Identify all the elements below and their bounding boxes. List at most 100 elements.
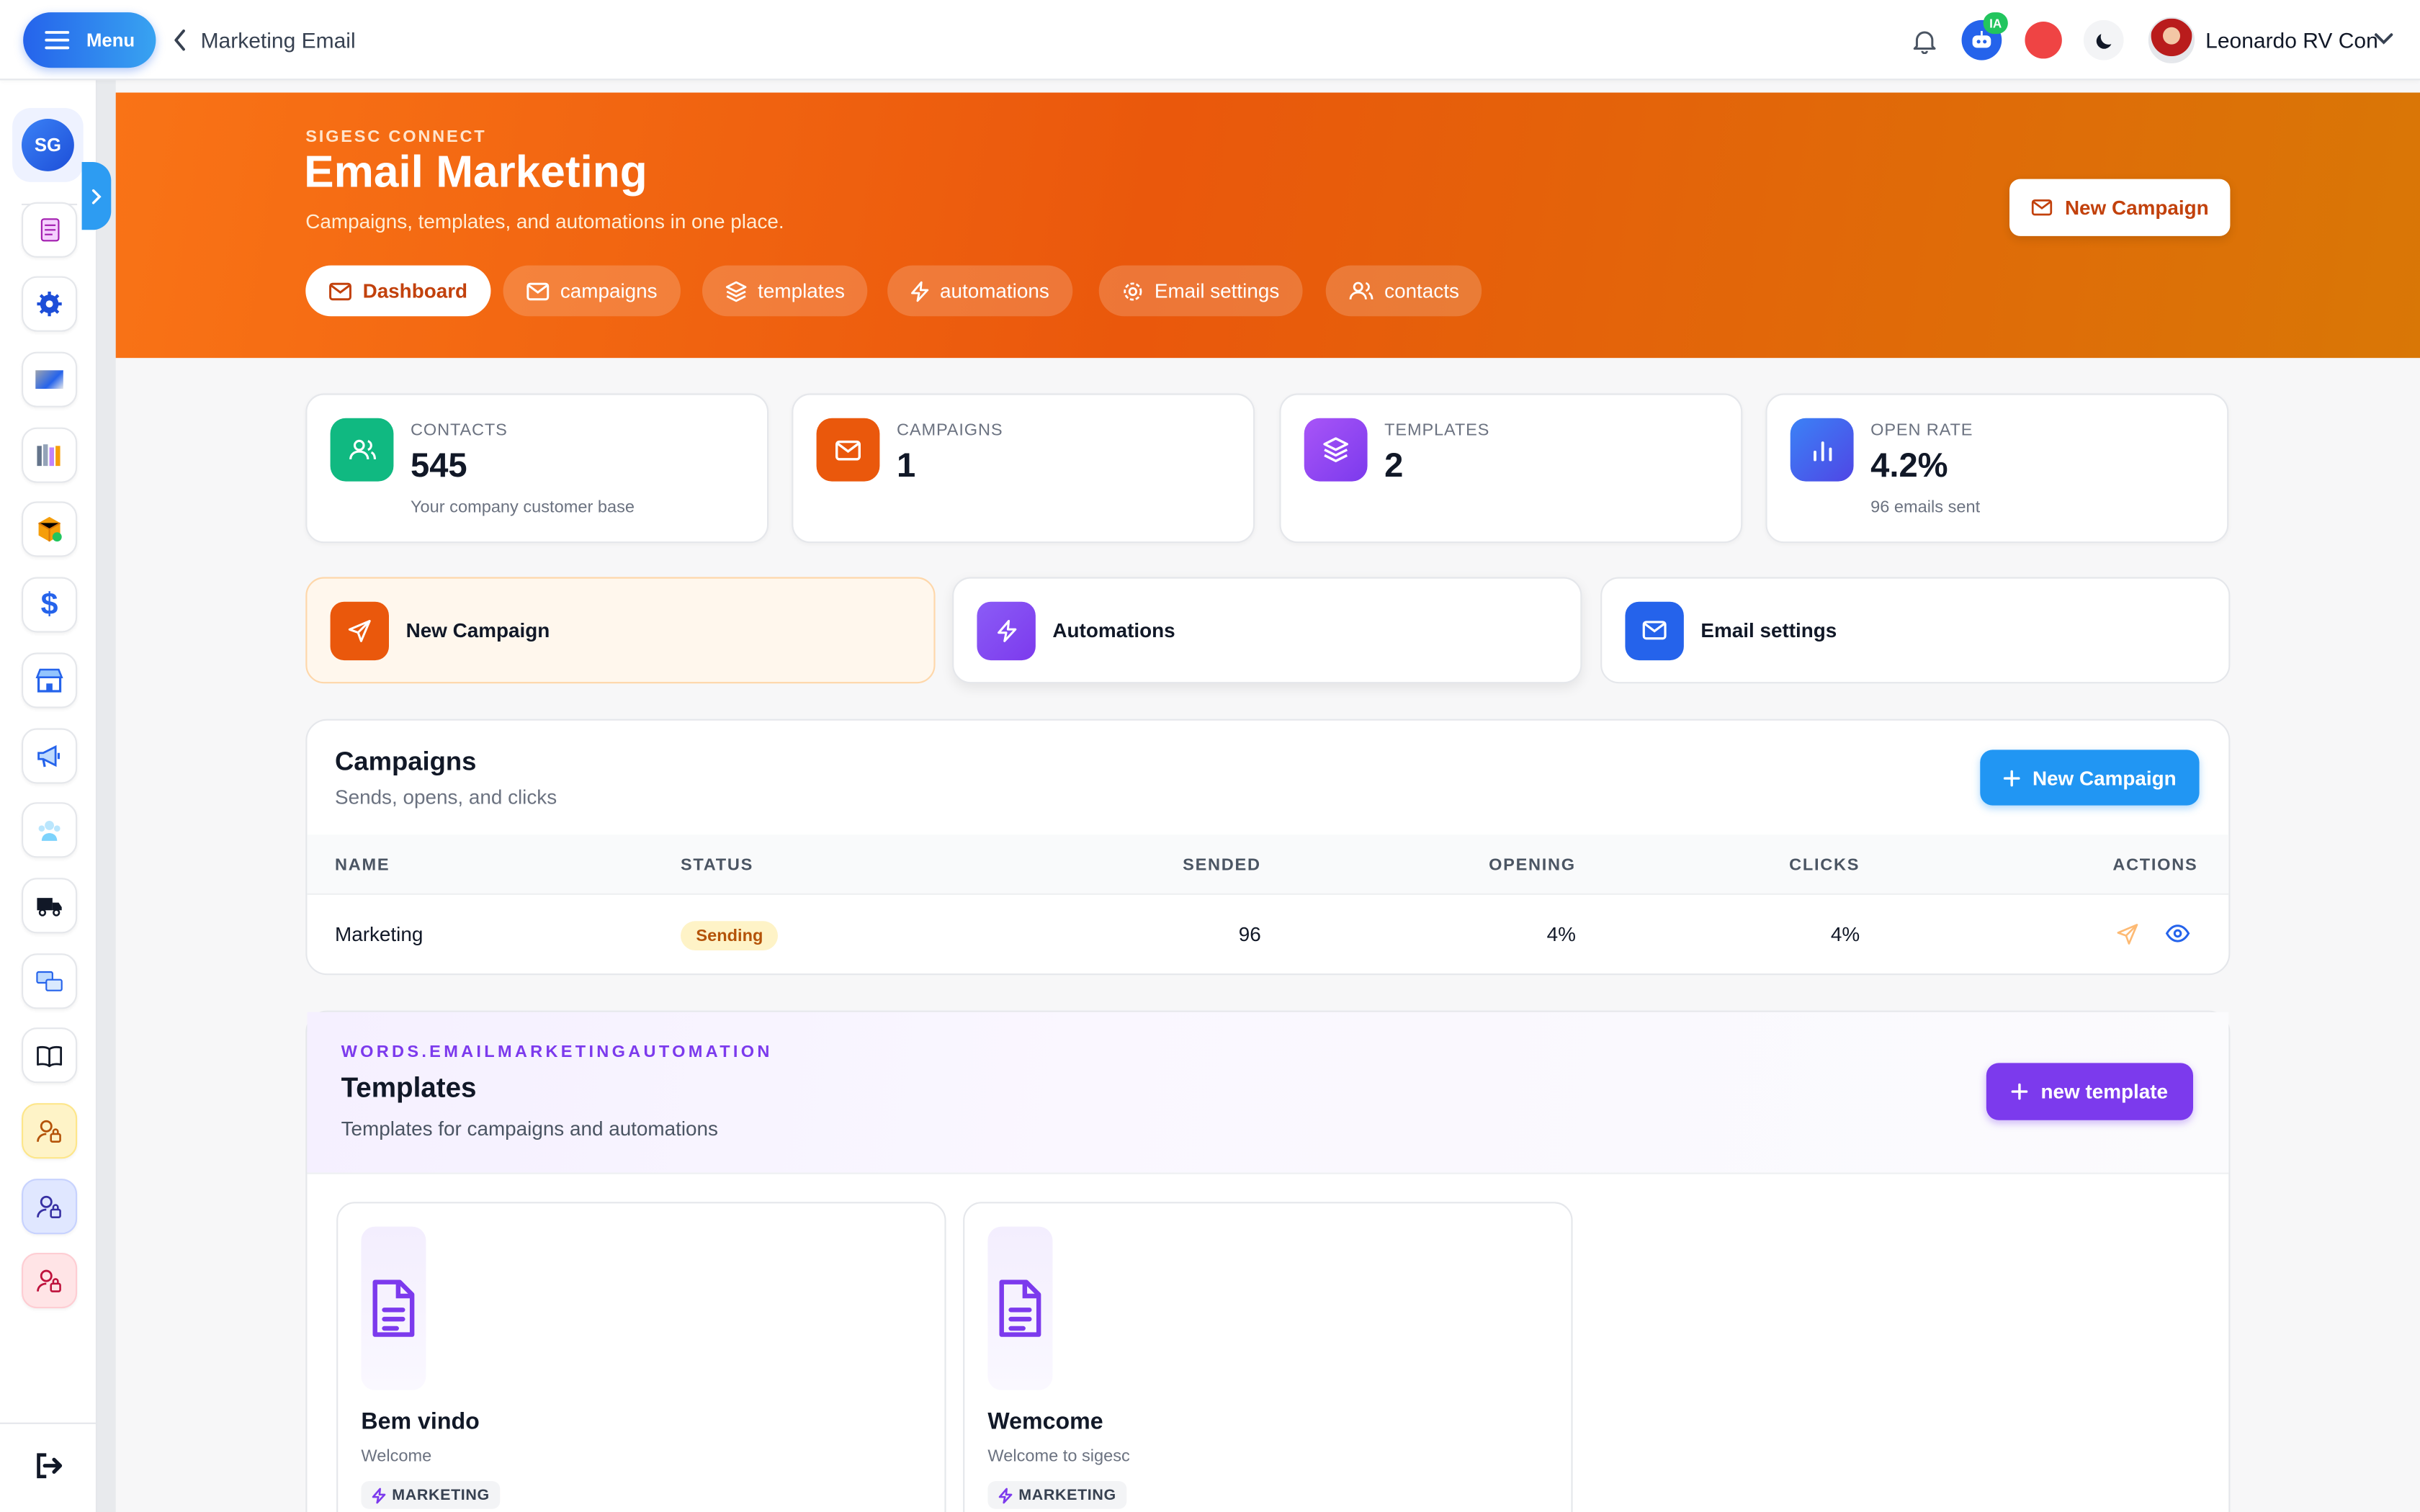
cell-opening: 4%: [1546, 922, 1576, 946]
users-icon: [330, 418, 394, 482]
settings-icon: [37, 291, 62, 317]
logout-icon[interactable]: [34, 1452, 65, 1480]
new-template-button[interactable]: new template: [1986, 1063, 2193, 1120]
template-thumbnail: [361, 1226, 426, 1390]
truck-icon: [37, 898, 62, 917]
robot-icon: [1972, 30, 1991, 48]
action-automations[interactable]: Automations: [952, 577, 1582, 684]
sidebar-item-documents[interactable]: [22, 202, 78, 258]
stat-card-campaigns: CAMPAIGNS 1: [792, 393, 1255, 544]
plus-icon: [2012, 1083, 2028, 1100]
sidebar-scrollbar[interactable]: [97, 80, 116, 1512]
button-label: New Campaign: [2064, 196, 2209, 220]
plus-icon: [2003, 769, 2020, 786]
action-new-campaign[interactable]: New Campaign: [305, 577, 936, 684]
template-card[interactable]: Wemcome Welcome to sigesc MARKETING: [963, 1202, 1573, 1512]
sidebar-item-finance[interactable]: $: [22, 577, 78, 633]
stat-card-templates: TEMPLATES 2: [1279, 393, 1743, 544]
logo-container[interactable]: SG: [12, 108, 84, 182]
lightning-icon: [977, 600, 1036, 660]
templates-divider: [307, 1172, 2229, 1174]
template-thumbnail: [987, 1226, 1053, 1390]
team-icon: [38, 821, 60, 841]
page-title: Email Marketing: [304, 148, 647, 198]
tab-templates[interactable]: templates: [702, 265, 869, 317]
templates-header: [307, 1012, 2229, 1173]
document-icon: [40, 218, 60, 242]
exchange-icon: [36, 971, 63, 991]
menu-label: Menu: [86, 29, 135, 51]
store-icon: [35, 668, 63, 693]
dark-mode-toggle[interactable]: [2083, 19, 2124, 60]
stat-label: OPEN RATE: [1870, 421, 1973, 440]
sidebar-item-users-2[interactable]: [22, 1179, 78, 1235]
stat-card-open-rate: OPEN RATE 4.2% 96 emails sent: [1765, 393, 2229, 544]
stat-label: CAMPAIGNS: [897, 421, 1003, 440]
action-label: Automations: [1052, 618, 1175, 642]
sidebar-footer-divider: [0, 1422, 97, 1424]
back-breadcrumb[interactable]: Marketing Email: [173, 22, 356, 58]
campaigns-new-button[interactable]: New Campaign: [1980, 750, 2200, 806]
sidebar-item-users-1[interactable]: [22, 1103, 78, 1159]
user-lock-icon: [37, 1269, 61, 1292]
sidebar-item-gradient[interactable]: [22, 351, 78, 408]
breadcrumb-title: Marketing Email: [200, 27, 356, 53]
moon-icon: [2095, 33, 2111, 48]
column-header-opening: OPENING: [1489, 856, 1576, 875]
stat-value: 1: [897, 446, 916, 485]
sidebar-item-settings[interactable]: [22, 276, 78, 332]
sidebar-item-users-3[interactable]: [22, 1253, 78, 1309]
layers-icon: [725, 280, 747, 302]
company-logo: SG: [22, 119, 74, 171]
template-description: Welcome to sigesc: [987, 1446, 1130, 1466]
sidebar-item-exchange[interactable]: [22, 953, 78, 1009]
stat-subtext: 96 emails sent: [1870, 498, 1981, 517]
send-icon[interactable]: [2116, 922, 2139, 945]
eye-icon[interactable]: [2165, 924, 2190, 943]
template-tag: MARKETING: [361, 1481, 501, 1509]
cell-campaign-name[interactable]: Marketing: [335, 922, 423, 945]
sidebar-item-inventory[interactable]: [22, 501, 78, 557]
tab-label: contacts: [1384, 279, 1459, 302]
action-label: Email settings: [1700, 618, 1837, 642]
stat-label: TEMPLATES: [1384, 421, 1490, 440]
tab-automations[interactable]: automations: [887, 265, 1072, 317]
status-indicator[interactable]: [2025, 22, 2062, 59]
tab-label: campaigns: [560, 279, 658, 302]
tab-dashboard[interactable]: Dashboard: [305, 265, 491, 317]
cell-sended: 96: [1238, 922, 1261, 946]
sidebar-item-store[interactable]: [22, 652, 78, 708]
sidebar-item-team[interactable]: [22, 802, 78, 858]
hero-subtitle: SIGESC CONNECT: [305, 127, 487, 147]
layers-icon: [1304, 418, 1368, 482]
hero-new-campaign-button[interactable]: New Campaign: [2009, 179, 2231, 236]
sidebar-toggle[interactable]: [81, 162, 112, 230]
menu-button[interactable]: Menu: [23, 12, 156, 68]
tab-contacts[interactable]: contacts: [1325, 265, 1483, 317]
notifications-button[interactable]: [1904, 20, 1945, 60]
campaigns-title: Campaigns: [335, 747, 477, 776]
tab-email-settings[interactable]: Email settings: [1098, 265, 1303, 317]
chevron-down-icon[interactable]: [2374, 32, 2394, 46]
mail-icon: [526, 282, 550, 300]
template-card[interactable]: Bem vindo Welcome MARKETING: [336, 1202, 946, 1512]
sidebar-item-marketing[interactable]: [22, 728, 78, 784]
avatar[interactable]: [2148, 17, 2195, 63]
lightning-icon: [911, 280, 929, 302]
action-email-settings[interactable]: Email settings: [1600, 577, 2231, 684]
tab-campaigns[interactable]: campaigns: [503, 265, 681, 317]
user-name[interactable]: Leonardo RV Con: [2205, 28, 2378, 53]
hamburger-icon: [45, 31, 70, 50]
template-tag: MARKETING: [987, 1481, 1127, 1509]
stat-value: 4.2%: [1870, 446, 1948, 485]
gear-icon: [1124, 282, 1142, 300]
document-icon: [999, 1279, 1041, 1337]
sidebar-item-manual[interactable]: [22, 1027, 78, 1084]
chevron-left-icon: [174, 29, 185, 51]
template-description: Welcome: [361, 1446, 432, 1466]
sidebar-item-library[interactable]: [22, 427, 78, 483]
send-icon: [330, 600, 389, 660]
templates-title: Templates: [341, 1072, 477, 1104]
dollar-icon: $: [40, 588, 58, 622]
sidebar-item-delivery[interactable]: [22, 878, 78, 934]
